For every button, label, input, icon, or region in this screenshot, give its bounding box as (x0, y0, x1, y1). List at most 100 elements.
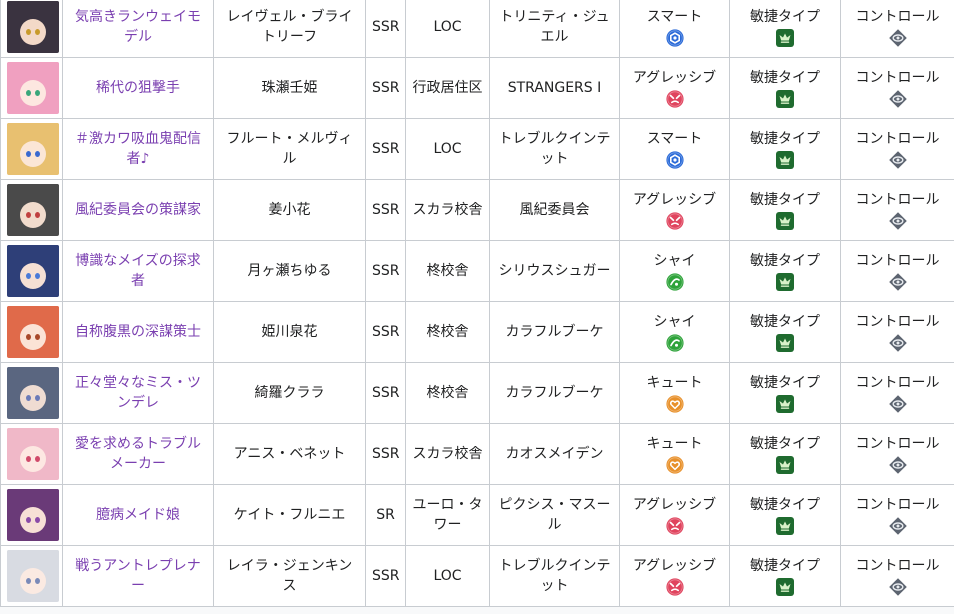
location-value: 柊校舎 (426, 263, 469, 279)
rarity-value: SSR (372, 80, 400, 96)
character-avatar[interactable] (7, 306, 59, 358)
aggressive-attribute-icon (665, 577, 685, 597)
table-row: 正々堂々なミス・ツンデレ 綺羅クララ SSR 柊校舎 カラフルブーケ キュート … (0, 362, 954, 424)
avatar-face (20, 80, 46, 106)
avatar-cell (0, 118, 63, 180)
rarity-value: SSR (372, 202, 400, 218)
title-cell: 愛を求めるトラブルメーカー (62, 423, 214, 485)
role-cell: コントロール (840, 545, 954, 607)
avatar-face (20, 507, 46, 533)
character-avatar[interactable] (7, 1, 59, 53)
character-title-link[interactable]: 戦うアントレプレナー (75, 558, 200, 594)
character-name: 綺羅クララ (254, 385, 325, 401)
unit-value: トリニティ・ジュエル (499, 9, 610, 45)
unit-value: トレブルクインテット (498, 558, 611, 594)
type-cell: 敏捷タイプ (729, 0, 841, 58)
character-name: アニス・ベネット (233, 446, 346, 462)
title-cell: 正々堂々なミス・ツンデレ (62, 362, 214, 424)
role-label: コントロール (855, 69, 940, 86)
control-role-icon (888, 89, 908, 109)
unit-value: カオスメイデン (505, 446, 604, 462)
avatar-cell (0, 57, 63, 119)
avatar-eye (26, 151, 31, 157)
control-role-icon (888, 211, 908, 231)
table-body: 気高きランウェイモデル レイヴェル・ブライトリーフ SSR LOC トリニティ・… (0, 0, 954, 607)
rarity-value: SSR (372, 263, 400, 279)
attribute-cell: アグレッシブ (619, 545, 730, 607)
avatar-eye (26, 212, 31, 218)
avatar-eye (26, 90, 31, 96)
character-title-link[interactable]: ＃激カワ吸血鬼配信者♪ (75, 131, 201, 167)
role-cell: コントロール (840, 240, 954, 302)
role-label: コントロール (855, 557, 940, 574)
title-cell: 臆病メイド娘 (62, 484, 214, 546)
character-title-link[interactable]: 正々堂々なミス・ツンデレ (75, 375, 201, 411)
unit-cell: 風紀委員会 (489, 179, 620, 241)
attribute-cell: シャイ (619, 301, 730, 363)
location-value: LOC (433, 568, 462, 584)
character-avatar[interactable] (7, 367, 59, 419)
character-avatar[interactable] (7, 123, 59, 175)
attribute-cell: アグレッシブ (619, 57, 730, 119)
unit-cell: カラフルブーケ (489, 301, 620, 363)
character-title-link[interactable]: 稀代の狙撃手 (96, 80, 180, 96)
control-role-icon (888, 28, 908, 48)
location-cell: 柊校舎 (405, 362, 490, 424)
title-cell: 風紀委員会の策謀家 (62, 179, 214, 241)
avatar-cell (0, 362, 63, 424)
agile-type-icon (775, 89, 795, 109)
location-cell: スカラ校舎 (405, 179, 490, 241)
attribute-label: アグレッシブ (632, 69, 717, 86)
character-avatar[interactable] (7, 550, 59, 602)
shy-attribute-icon (665, 272, 685, 292)
character-avatar[interactable] (7, 62, 59, 114)
role-cell: コントロール (840, 362, 954, 424)
agile-type-icon (775, 272, 795, 292)
character-title-link[interactable]: 自称腹黒の深謀策士 (75, 324, 201, 340)
character-title-link[interactable]: 愛を求めるトラブルメーカー (75, 436, 201, 472)
type-label: 敏捷タイプ (750, 496, 820, 513)
aggressive-attribute-icon (665, 89, 685, 109)
rarity-cell: SSR (365, 57, 406, 119)
character-title-link[interactable]: 風紀委員会の策謀家 (75, 202, 201, 218)
attribute-cell: スマート (619, 0, 730, 58)
avatar-eye (26, 456, 31, 462)
title-cell: 戦うアントレプレナー (62, 545, 214, 607)
location-value: LOC (433, 141, 462, 157)
type-cell: 敏捷タイプ (729, 240, 841, 302)
control-role-icon (888, 455, 908, 475)
type-label: 敏捷タイプ (750, 8, 820, 25)
character-name: 姜小花 (268, 202, 311, 218)
character-avatar[interactable] (7, 184, 59, 236)
avatar-eye (26, 29, 31, 35)
attribute-label: アグレッシブ (632, 191, 717, 208)
attribute-label: スマート (646, 130, 703, 147)
character-title-link[interactable]: 博識なメイズの探求者 (75, 253, 201, 289)
role-label: コントロール (855, 130, 940, 147)
unit-cell: カオスメイデン (489, 423, 620, 485)
character-avatar[interactable] (7, 245, 59, 297)
character-title-link[interactable]: 臆病メイド娘 (96, 507, 180, 523)
title-cell: 博識なメイズの探求者 (62, 240, 214, 302)
rarity-cell: SSR (365, 423, 406, 485)
avatar-face (20, 141, 46, 167)
character-title-link[interactable]: 気高きランウェイモデル (75, 9, 201, 45)
table-row: 気高きランウェイモデル レイヴェル・ブライトリーフ SSR LOC トリニティ・… (0, 0, 954, 58)
character-avatar[interactable] (7, 489, 59, 541)
role-label: コントロール (855, 374, 940, 391)
table-row: ＃激カワ吸血鬼配信者♪ フルート・メルヴィル SSR LOC トレブルクインテッ… (0, 118, 954, 180)
control-role-icon (888, 577, 908, 597)
avatar-face (20, 19, 46, 45)
role-label: コントロール (855, 252, 940, 269)
role-cell: コントロール (840, 484, 954, 546)
avatar-eye (35, 334, 40, 340)
attribute-cell: アグレッシブ (619, 484, 730, 546)
name-cell: レイヴェル・ブライトリーフ (213, 0, 366, 58)
aggressive-attribute-icon (665, 516, 685, 536)
character-avatar[interactable] (7, 428, 59, 480)
table-row: 風紀委員会の策謀家 姜小花 SSR スカラ校舎 風紀委員会 アグレッシブ 敏捷タ… (0, 179, 954, 241)
agile-type-icon (775, 516, 795, 536)
role-cell: コントロール (840, 423, 954, 485)
name-cell: 姜小花 (213, 179, 366, 241)
character-name: 姫川泉花 (261, 324, 318, 340)
